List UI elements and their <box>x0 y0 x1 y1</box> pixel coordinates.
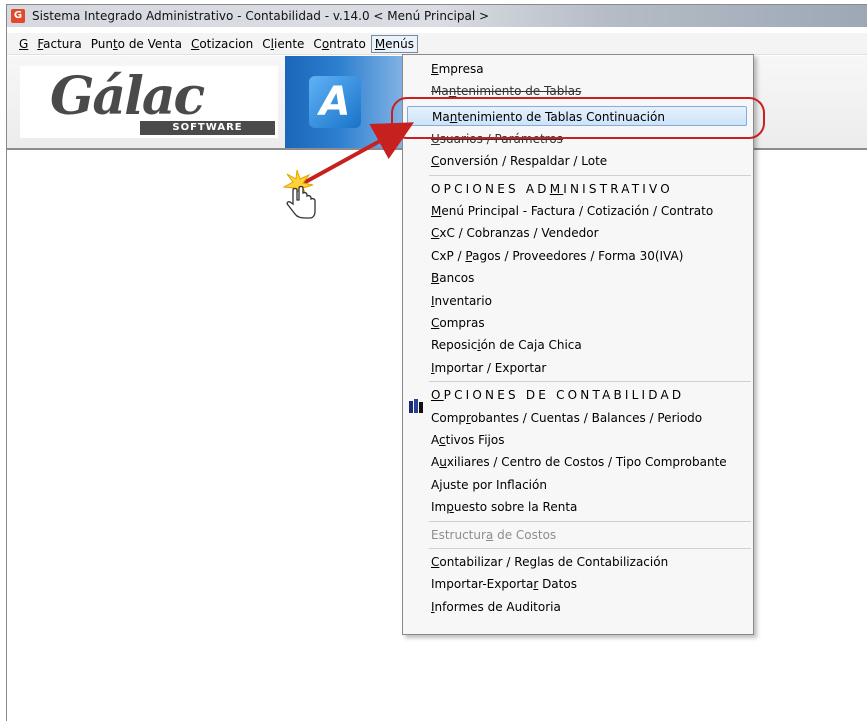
hand-cursor-icon <box>282 170 316 219</box>
pointer-arrow <box>299 122 415 187</box>
